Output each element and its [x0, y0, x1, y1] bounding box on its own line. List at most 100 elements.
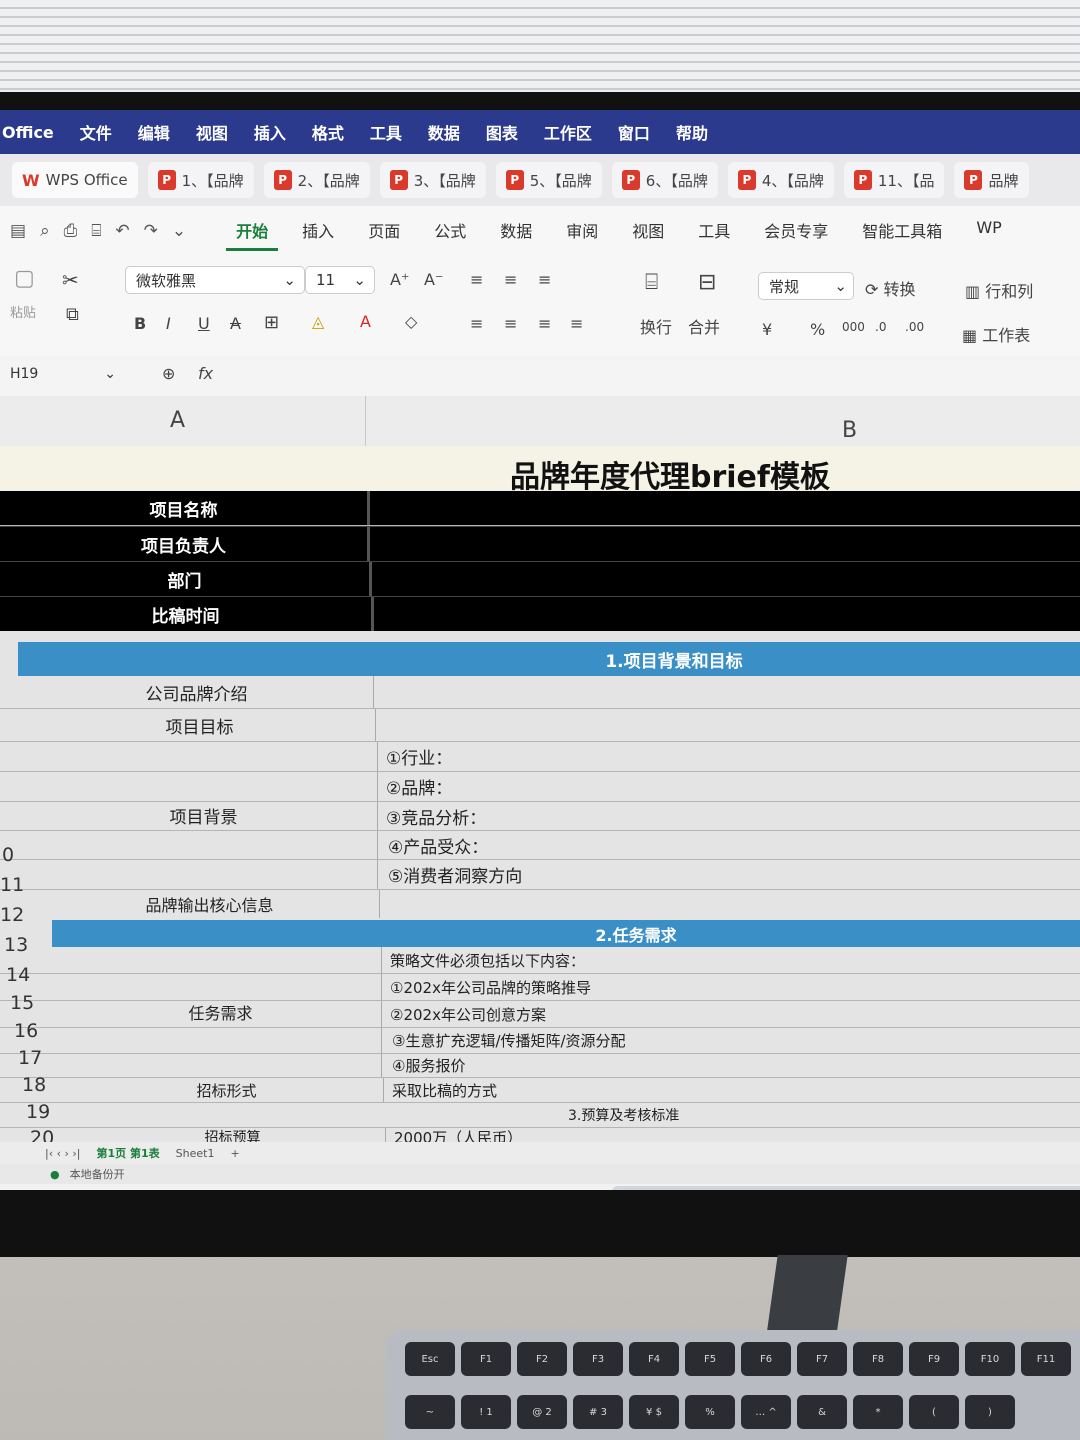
app-menu[interactable]: Office — [2, 123, 54, 142]
menu-item[interactable]: 帮助 — [676, 120, 708, 144]
decrease-font-icon[interactable]: A⁻ — [424, 270, 443, 289]
document-tab[interactable]: W WPS Office — [12, 162, 138, 198]
font-color-icon[interactable]: A — [360, 312, 371, 331]
copy-icon[interactable]: ⧉ — [66, 304, 79, 325]
wrap-icon[interactable]: ⌸ — [645, 270, 658, 295]
border-icon[interactable]: ⊞ — [264, 312, 279, 333]
row-number[interactable]: 16 — [14, 1020, 38, 1042]
keyboard-key[interactable]: ! 1 — [461, 1395, 511, 1429]
ribbon-tab[interactable]: 页面 — [358, 212, 410, 251]
ribbon-tab[interactable]: 会员专享 — [754, 212, 838, 251]
list-item[interactable]: ①202x年公司品牌的策略推导 — [0, 974, 1080, 1001]
keyboard-key[interactable]: F8 — [853, 1342, 903, 1376]
document-tab[interactable]: P 11、【品 — [843, 162, 945, 198]
sheet-tab[interactable]: Sheet1 — [176, 1147, 215, 1160]
list-item[interactable]: ⑤消费者洞察方向 — [0, 860, 1080, 890]
justify-icon[interactable]: ≡ — [570, 314, 583, 333]
decrease-decimal-icon[interactable]: .00 — [905, 320, 924, 334]
keyboard-key[interactable]: ) — [965, 1395, 1015, 1429]
document-tab[interactable]: P 品牌 — [954, 162, 1029, 198]
menu-item[interactable]: 工作区 — [544, 120, 592, 144]
ribbon-tab[interactable]: 审阅 — [556, 212, 608, 251]
row-number[interactable]: 14 — [6, 964, 30, 986]
merge-icon[interactable]: ⊟ — [698, 270, 716, 295]
keyboard-key[interactable]: F3 — [573, 1342, 623, 1376]
wrap-label[interactable]: 换行 — [640, 314, 672, 338]
column-header-b[interactable]: B — [842, 418, 857, 443]
list-item[interactable]: ②品牌： — [0, 772, 1080, 802]
menu-item[interactable]: 视图 — [196, 120, 228, 144]
keyboard-key[interactable]: F4 — [629, 1342, 679, 1376]
document-tab[interactable]: P 3、【品牌 — [379, 162, 486, 198]
sheet-nav-icon[interactable]: |‹ ‹ › ›| — [45, 1147, 81, 1160]
align-left-icon[interactable]: ≡ — [470, 314, 483, 333]
table-row[interactable]: 品牌输出核心信息 — [0, 890, 1080, 918]
menu-item[interactable]: 插入 — [254, 120, 286, 144]
fill-color-icon[interactable]: ◬ — [312, 312, 324, 331]
paste-icon[interactable]: ▢ — [14, 266, 35, 291]
list-item[interactable]: ③竞品分析： — [0, 802, 1080, 831]
ribbon-tab[interactable]: WP — [966, 212, 1011, 251]
column-header-a[interactable]: A — [170, 408, 185, 433]
thousands-icon[interactable]: 000 — [842, 320, 865, 334]
row-number[interactable]: 15 — [10, 992, 34, 1014]
table-row[interactable]: 部门 — [0, 561, 1080, 596]
list-item[interactable]: ②202x年公司创意方案 — [0, 1001, 1080, 1028]
section-row[interactable]: 3.预算及考核标准 — [0, 1103, 1080, 1128]
document-tab[interactable]: P 1、【品牌 — [147, 162, 254, 198]
align-bottom-icon[interactable]: ≡ — [538, 270, 551, 289]
document-tab[interactable]: P 5、【品牌 — [495, 162, 602, 198]
align-middle-icon[interactable]: ≡ — [504, 270, 517, 289]
row-number[interactable]: 0 — [2, 844, 14, 866]
redo-icon[interactable]: ↷ — [144, 221, 158, 241]
font-name-select[interactable]: 微软雅黑 ⌄ — [125, 266, 305, 294]
share-icon[interactable]: ⌕ — [40, 221, 50, 241]
strikethrough-icon[interactable]: A — [230, 314, 241, 333]
row-number[interactable]: 13 — [4, 934, 28, 956]
keyboard-key[interactable]: @ 2 — [517, 1395, 567, 1429]
zoom-icon[interactable]: ⊕ — [162, 364, 175, 383]
table-row[interactable]: 项目负责人 — [0, 526, 1080, 561]
ribbon-tab[interactable]: 公式 — [424, 212, 476, 251]
keyboard-key[interactable]: F2 — [517, 1342, 567, 1376]
keyboard-key[interactable]: F1 — [461, 1342, 511, 1376]
currency-icon[interactable]: ¥ — [762, 320, 772, 339]
chevron-down-icon[interactable]: ⌄ — [172, 221, 186, 241]
backup-status-icon[interactable]: ● — [50, 1168, 60, 1181]
list-item[interactable]: ①行业： — [0, 742, 1080, 772]
name-box[interactable]: H19 ⌄ — [0, 360, 122, 388]
row-number[interactable]: 19 — [26, 1101, 50, 1123]
print-preview-icon[interactable]: ⌸ — [91, 221, 101, 241]
document-tab[interactable]: P 6、【品牌 — [611, 162, 718, 198]
italic-icon[interactable]: I — [166, 314, 171, 333]
table-row[interactable]: 项目目标 — [0, 709, 1080, 742]
menu-item[interactable]: 窗口 — [618, 120, 650, 144]
bold-icon[interactable]: B — [134, 314, 146, 333]
ribbon-tab[interactable]: 视图 — [622, 212, 674, 251]
paste-label[interactable]: 粘贴 — [10, 302, 36, 321]
list-item[interactable]: ④服务报价 — [0, 1054, 1080, 1078]
keyboard-key[interactable]: ( — [909, 1395, 959, 1429]
list-item[interactable]: ③生意扩充逻辑/传播矩阵/资源分配 — [0, 1028, 1080, 1054]
list-item[interactable]: 策略文件必须包括以下内容： — [0, 947, 1080, 974]
keyboard-key[interactable]: F6 — [741, 1342, 791, 1376]
align-center-icon[interactable]: ≡ — [504, 314, 517, 333]
keyboard-key[interactable]: & — [797, 1395, 847, 1429]
keyboard-key[interactable]: F5 — [685, 1342, 735, 1376]
keyboard-key[interactable]: F10 — [965, 1342, 1015, 1376]
rows-cols-button[interactable]: ▥ 行和列 — [965, 278, 1033, 302]
row-number[interactable]: 11 — [0, 874, 24, 896]
menu-item[interactable]: 图表 — [486, 120, 518, 144]
increase-font-icon[interactable]: A⁺ — [390, 270, 409, 289]
ribbon-tab[interactable]: 插入 — [292, 212, 344, 251]
table-row[interactable]: 项目名称 — [0, 491, 1080, 526]
row-number[interactable]: 18 — [22, 1074, 46, 1096]
print-icon[interactable]: ⎙ — [64, 221, 78, 241]
increase-decimal-icon[interactable]: .0 — [875, 320, 886, 334]
undo-icon[interactable]: ↶ — [115, 221, 129, 241]
number-format-select[interactable]: 常规 ⌄ — [758, 272, 854, 300]
backup-status[interactable]: 本地备份开 — [70, 1166, 125, 1182]
keyboard-key[interactable]: F7 — [797, 1342, 847, 1376]
keyboard-key[interactable]: ¥ $ — [629, 1395, 679, 1429]
list-item[interactable]: ④产品受众： — [0, 831, 1080, 860]
